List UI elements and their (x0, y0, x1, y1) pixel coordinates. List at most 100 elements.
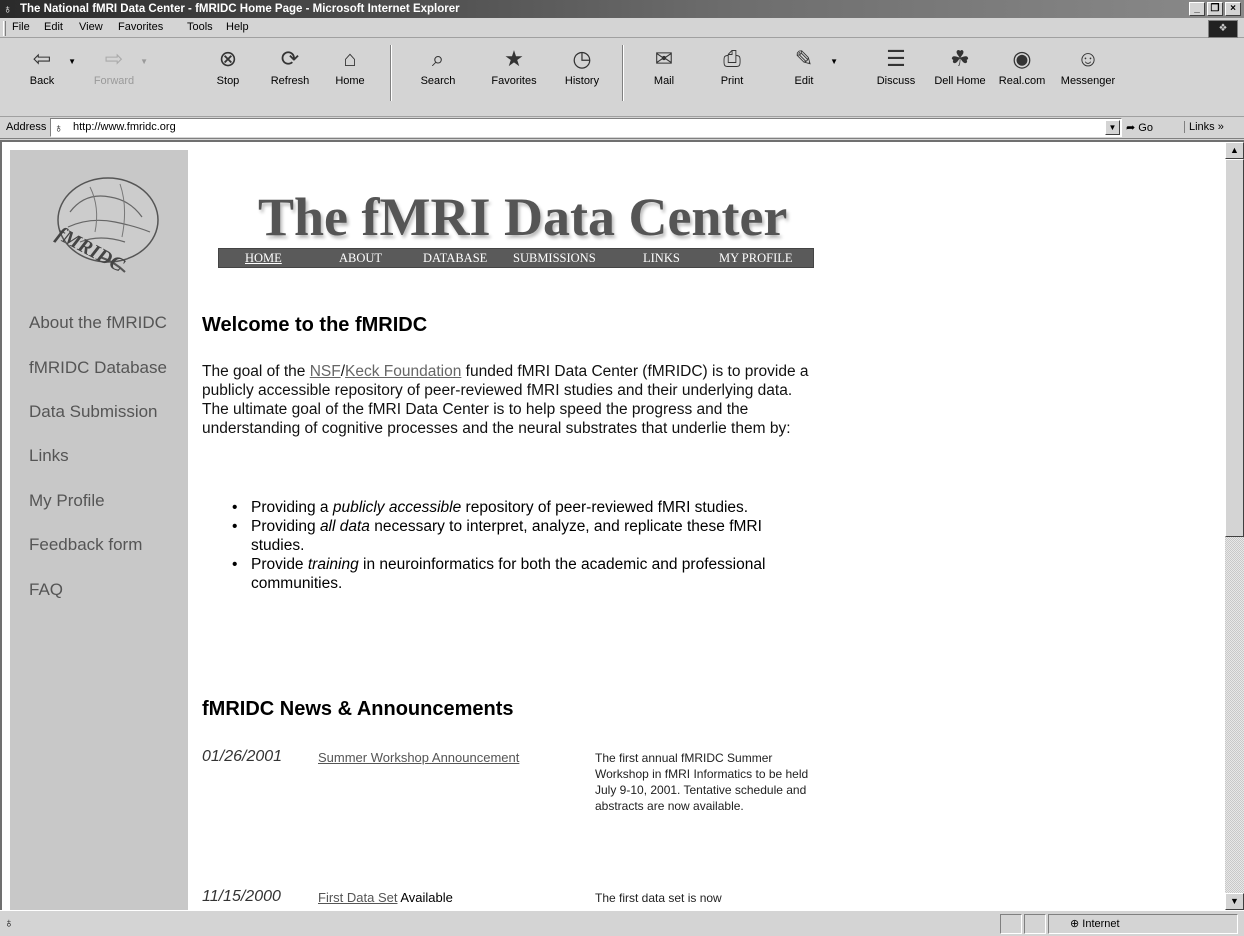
news-heading: fMRIDC News & Announcements (202, 698, 514, 720)
status-bar: ♁ ⊕ Internet (0, 910, 1244, 936)
nav-submissions[interactable]: SUBMISSIONS (513, 251, 596, 266)
refresh-icon: ⟳ (280, 46, 300, 71)
toolbar-separator (390, 45, 392, 101)
news-title-link[interactable]: First Data Set (318, 890, 397, 905)
sidebar-item-my-profile[interactable]: My Profile (29, 491, 105, 511)
address-dropdown-icon[interactable]: ▼ (1105, 120, 1120, 135)
print-label: Print (720, 75, 744, 87)
minimize-button[interactable]: _ (1189, 2, 1205, 16)
menu-favorites[interactable]: Favorites (118, 21, 163, 33)
menu-file[interactable]: File (12, 21, 30, 33)
home-button[interactable]: ⌂ Home (322, 43, 378, 87)
go-button[interactable]: ➦ Go (1126, 121, 1153, 134)
forward-button[interactable]: ⇨ Forward ▼ (86, 43, 148, 87)
menu-view[interactable]: View (79, 21, 103, 33)
welcome-paragraph: The goal of the NSF/Keck Foundation fund… (202, 362, 812, 438)
bullet-emphasis: training (307, 556, 359, 573)
messenger-icon: ☺ (1076, 46, 1100, 71)
dell-home-button[interactable]: ☘ Dell Home (932, 43, 988, 87)
ie-icon: ♁ (3, 2, 12, 16)
menu-bar: File Edit View Favorites Tools Help (0, 18, 1244, 38)
internet-zone: ⊕ Internet (1070, 918, 1120, 930)
news-description: The first annual fMRIDC Summer Workshop … (595, 751, 809, 813)
home-icon: ⌂ (343, 46, 357, 71)
discuss-icon: ☰ (886, 46, 906, 71)
history-button[interactable]: ◷ History (554, 43, 610, 87)
forward-dropdown-icon[interactable]: ▼ (140, 57, 148, 66)
page-viewport: fMRIDC About the fMRIDC fMRIDC Database … (0, 140, 1244, 912)
nsf-link[interactable]: NSF (310, 363, 341, 380)
nav-home[interactable]: HOME (245, 251, 282, 266)
edit-button[interactable]: ✎ Edit ▼ (776, 43, 838, 87)
close-button[interactable]: × (1225, 2, 1241, 16)
mail-button[interactable]: ✉ Mail (636, 43, 692, 87)
nav-database[interactable]: DATABASE (423, 251, 487, 266)
sidebar-item-about[interactable]: About the fMRIDC (29, 313, 167, 333)
scroll-thumb[interactable] (1225, 159, 1244, 537)
back-button[interactable]: ⇦ Back ▼ (14, 43, 76, 87)
discuss-button[interactable]: ☰ Discuss (868, 43, 924, 87)
list-item: Provide training in neuroinformatics for… (232, 555, 812, 593)
favorites-label: Favorites (491, 75, 537, 87)
realcom-button[interactable]: ◉ Real.com (994, 43, 1050, 87)
mail-label: Mail (653, 75, 675, 87)
nav-my-profile[interactable]: MY PROFILE (719, 251, 793, 266)
sidebar-item-links[interactable]: Links (29, 446, 69, 466)
news-title: First Data Set Available (318, 890, 453, 905)
forward-label: Forward (93, 75, 135, 87)
sidebar-item-feedback[interactable]: Feedback form (29, 535, 142, 555)
mail-icon: ✉ (654, 46, 674, 71)
menu-edit[interactable]: Edit (44, 21, 63, 33)
keck-foundation-link[interactable]: Keck Foundation (345, 363, 461, 380)
windows-logo-icon: ❖ (1208, 20, 1238, 38)
news-title-link[interactable]: Summer Workshop Announcement (318, 750, 519, 765)
dell-home-label: Dell Home (934, 75, 986, 87)
status-panel (1000, 914, 1022, 934)
links-label: Links (1189, 121, 1215, 133)
favorites-button[interactable]: ★ Favorites (486, 43, 542, 87)
history-label: History (564, 75, 600, 87)
edit-dropdown-icon[interactable]: ▼ (830, 57, 838, 66)
scroll-down-button[interactable]: ▼ (1225, 893, 1244, 910)
toolbar-separator (622, 45, 624, 101)
nav-about[interactable]: ABOUT (339, 251, 382, 266)
zone-label: Internet (1082, 918, 1120, 930)
messenger-button[interactable]: ☺ Messenger (1060, 43, 1116, 87)
menu-tools[interactable]: Tools (187, 21, 213, 33)
sidebar-item-faq[interactable]: FAQ (29, 580, 63, 600)
stop-button[interactable]: ⊗ Stop (200, 43, 256, 87)
list-item: Providing a publicly accessible reposito… (232, 498, 812, 517)
bullet-text: Provide (251, 556, 308, 573)
vertical-scrollbar[interactable]: ▲ ▼ (1225, 142, 1244, 910)
sidebar-item-database[interactable]: fMRIDC Database (29, 358, 167, 378)
news-date: 01/26/2001 (202, 748, 283, 765)
sidebar: fMRIDC About the fMRIDC fMRIDC Database … (10, 150, 188, 912)
favorites-icon: ★ (504, 46, 524, 71)
window-title: The National fMRI Data Center - fMRIDC H… (20, 3, 460, 15)
links-button[interactable]: Links » (1184, 121, 1224, 133)
list-item: Providing all data necessary to interpre… (232, 517, 812, 555)
menu-help[interactable]: Help (226, 21, 249, 33)
brain-logo: fMRIDC (53, 177, 159, 277)
address-input[interactable]: ♁ http://www.fmridc.org ▼ (50, 118, 1122, 137)
refresh-button[interactable]: ⟳ Refresh (262, 43, 318, 87)
standard-toolbar: ⇦ Back ▼ ⇨ Forward ▼ ⊗ Stop ⟳ Refresh ⌂ … (0, 39, 1244, 117)
scroll-up-button[interactable]: ▲ (1225, 142, 1244, 159)
news-title: Summer Workshop Announcement (318, 750, 519, 765)
menu-grip[interactable] (3, 21, 6, 36)
print-button[interactable]: ⎙ Print (704, 43, 760, 87)
news-title-suffix: Available (397, 890, 453, 905)
news-date: 11/15/2000 (202, 888, 281, 905)
address-label: Address (6, 121, 47, 133)
address-url: http://www.fmridc.org (73, 121, 176, 133)
back-arrow-icon: ⇦ (32, 46, 52, 71)
search-button[interactable]: ⌕ Search (410, 43, 466, 87)
nav-links[interactable]: LINKS (643, 251, 680, 266)
back-dropdown-icon[interactable]: ▼ (68, 57, 76, 66)
intro-text: The goal of the (202, 363, 310, 380)
forward-arrow-icon: ⇨ (104, 46, 124, 71)
sidebar-item-data-submission[interactable]: Data Submission (29, 402, 158, 422)
maximize-button[interactable]: ❒ (1207, 2, 1223, 16)
discuss-label: Discuss (876, 75, 916, 87)
address-bar: Address ♁ http://www.fmridc.org ▼ ➦ Go L… (0, 117, 1244, 139)
